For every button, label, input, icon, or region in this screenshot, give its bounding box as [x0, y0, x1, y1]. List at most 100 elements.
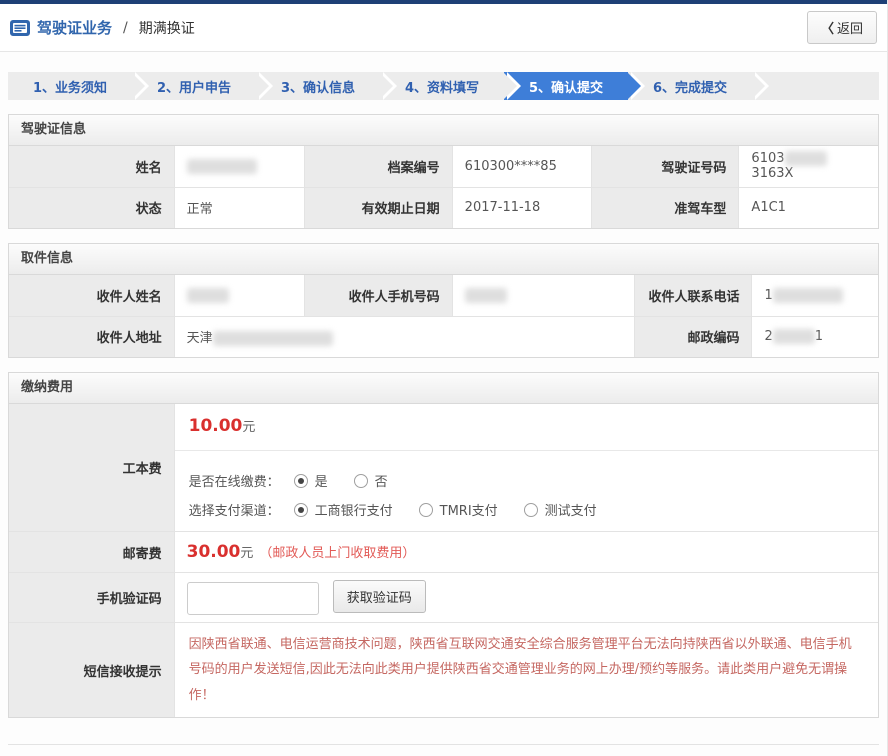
- sms-notice-cell: 因陕西省联通、电信运营商技术问题，陕西省互联网交通安全综合服务管理平台无法向持陕…: [174, 623, 878, 718]
- radio-option-label: 否: [375, 471, 388, 490]
- vehicle-type-label: 准驾车型: [591, 187, 739, 228]
- redacted-value: [213, 331, 333, 346]
- postage-cell: 30.00元 （邮政人员上门收取费用）: [174, 532, 878, 573]
- payment-table: 工本费 10.00元 是否在线缴费： 是: [9, 404, 878, 717]
- radio-option-label: TMRI支付: [440, 500, 498, 519]
- radio-option-label: 是: [315, 471, 328, 490]
- recipient-address-value: 天津: [174, 316, 635, 357]
- sms-notice-text: 因陕西省联通、电信运营商技术问题，陕西省互联网交通安全综合服务管理平台无法向持陕…: [175, 623, 878, 717]
- radio-option-label: 工商银行支付: [315, 500, 393, 519]
- name-label: 姓名: [9, 146, 174, 187]
- license-number-prefix: 6103: [751, 151, 784, 166]
- radio-selected-icon: [294, 474, 308, 488]
- radio-online-pay-yes[interactable]: 是: [294, 471, 328, 490]
- pickup-info-table: 收件人姓名 收件人手机号码 收件人联系电话 1 收件人地址 天津 邮政编码 21: [9, 275, 878, 357]
- status-label: 状态: [9, 187, 174, 228]
- step-5-confirm-submit[interactable]: 5、确认提交: [504, 72, 628, 100]
- radio-unselected-icon: [524, 503, 538, 517]
- radio-online-pay-no[interactable]: 否: [354, 471, 388, 490]
- redacted-value: [465, 288, 507, 303]
- license-number-label: 驾驶证号码: [591, 146, 739, 187]
- redacted-value: [187, 288, 229, 303]
- name-value: [174, 146, 304, 187]
- page: 驾驶证业务 / 期满换证 〈返回 1、业务须知 2、用户申告 3、确认信息 4、…: [0, 0, 888, 756]
- currency-unit: 元: [240, 546, 253, 561]
- expiry-label: 有效期止日期: [304, 187, 452, 228]
- postal-code-suffix: 1: [815, 329, 823, 344]
- recipient-phone-prefix: 1: [764, 288, 772, 303]
- license-info-title: 驾驶证信息: [9, 115, 878, 146]
- sms-code-cell: 获取验证码: [174, 573, 878, 623]
- payment-section: 缴纳费用 工本费 10.00元 是否在线缴费： 是: [8, 372, 879, 718]
- page-title: 驾驶证业务: [37, 17, 112, 38]
- step-1-notice[interactable]: 1、业务须知: [8, 72, 132, 100]
- radio-channel-test[interactable]: 测试支付: [524, 500, 597, 519]
- form-list-icon: [10, 20, 30, 36]
- radio-unselected-icon: [419, 503, 433, 517]
- recipient-address-prefix: 天津: [187, 331, 213, 346]
- online-pay-row: 是否在线缴费： 是 否: [189, 471, 864, 490]
- step-6-complete[interactable]: 6、完成提交: [628, 72, 752, 100]
- sms-notice-label: 短信接收提示: [9, 623, 174, 718]
- currency-unit: 元: [242, 420, 255, 435]
- card-fee-row: 工本费 10.00元 是否在线缴费： 是: [9, 404, 878, 532]
- table-row: 状态 正常 有效期止日期 2017-11-18 准驾车型 A1C1: [9, 187, 878, 228]
- postage-amount: 30.00: [187, 542, 241, 562]
- card-fee-label: 工本费: [9, 404, 174, 532]
- redacted-value: [773, 288, 843, 303]
- expiry-value: 2017-11-18: [452, 187, 591, 228]
- redacted-value: [187, 159, 257, 174]
- table-row: 收件人姓名 收件人手机号码 收件人联系电话 1: [9, 275, 878, 316]
- license-info-table: 姓名 档案编号 610300****85 驾驶证号码 61033163X 状态 …: [9, 146, 878, 228]
- postage-label: 邮寄费: [9, 532, 174, 573]
- radio-channel-tmri[interactable]: TMRI支付: [419, 500, 498, 519]
- radio-selected-icon: [294, 503, 308, 517]
- postal-code-value: 21: [752, 316, 878, 357]
- recipient-name-value: [174, 275, 304, 316]
- recipient-name-label: 收件人姓名: [9, 275, 174, 316]
- back-button[interactable]: 〈返回: [807, 11, 877, 44]
- license-number-suffix: 3163X: [751, 166, 793, 181]
- recipient-phone-label: 收件人联系电话: [635, 275, 752, 316]
- sms-code-input[interactable]: [187, 582, 319, 615]
- recipient-mobile-label: 收件人手机号码: [304, 275, 452, 316]
- sms-notice-row: 短信接收提示 因陕西省联通、电信运营商技术问题，陕西省互联网交通安全综合服务管理…: [9, 623, 878, 718]
- breadcrumb: 驾驶证业务 / 期满换证: [10, 17, 195, 38]
- back-caret-icon: 〈: [821, 22, 834, 37]
- footer-actions: 上一步 完成: [8, 744, 879, 756]
- step-progress-bar: 1、业务须知 2、用户申告 3、确认信息 4、资料填写 5、确认提交 6、完成提…: [8, 72, 879, 100]
- recipient-mobile-value: [452, 275, 634, 316]
- status-value: 正常: [174, 187, 304, 228]
- page-subtitle: 期满换证: [139, 18, 195, 38]
- file-number-label: 档案编号: [304, 146, 452, 187]
- step-3-confirm-info[interactable]: 3、确认信息: [256, 72, 380, 100]
- card-fee-cell: 10.00元 是否在线缴费： 是 否: [174, 404, 878, 532]
- pickup-info-title: 取件信息: [9, 244, 878, 275]
- radio-channel-icbc[interactable]: 工商银行支付: [294, 500, 393, 519]
- breadcrumb-separator: /: [123, 20, 128, 36]
- pay-channel-label: 选择支付渠道：: [189, 500, 280, 519]
- radio-unselected-icon: [354, 474, 368, 488]
- card-fee-amount-line: 10.00元: [175, 404, 878, 451]
- step-4-fill-data[interactable]: 4、资料填写: [380, 72, 504, 100]
- back-label: 返回: [837, 22, 863, 37]
- step-2-declaration[interactable]: 2、用户申告: [132, 72, 256, 100]
- pay-channel-row: 选择支付渠道： 工商银行支付 TMRI支付 测试支付: [189, 500, 864, 519]
- payment-title: 缴纳费用: [9, 373, 878, 404]
- license-info-section: 驾驶证信息 姓名 档案编号 610300****85 驾驶证号码 6103316…: [8, 114, 879, 229]
- radio-option-label: 测试支付: [545, 500, 597, 519]
- get-code-button[interactable]: 获取验证码: [333, 580, 426, 613]
- recipient-address-label: 收件人地址: [9, 316, 174, 357]
- file-number-value: 610300****85: [452, 146, 591, 187]
- postage-row: 邮寄费 30.00元 （邮政人员上门收取费用）: [9, 532, 878, 573]
- redacted-value: [773, 329, 815, 344]
- sms-code-label: 手机验证码: [9, 573, 174, 623]
- postage-note: （邮政人员上门收取费用）: [259, 546, 415, 561]
- table-row: 姓名 档案编号 610300****85 驾驶证号码 61033163X: [9, 146, 878, 187]
- recipient-phone-value: 1: [752, 275, 878, 316]
- postal-code-prefix: 2: [764, 329, 772, 344]
- license-number-value: 61033163X: [739, 146, 878, 187]
- page-header: 驾驶证业务 / 期满换证 〈返回: [0, 4, 887, 52]
- sms-code-row: 手机验证码 获取验证码: [9, 573, 878, 623]
- card-fee-amount: 10.00: [189, 416, 243, 436]
